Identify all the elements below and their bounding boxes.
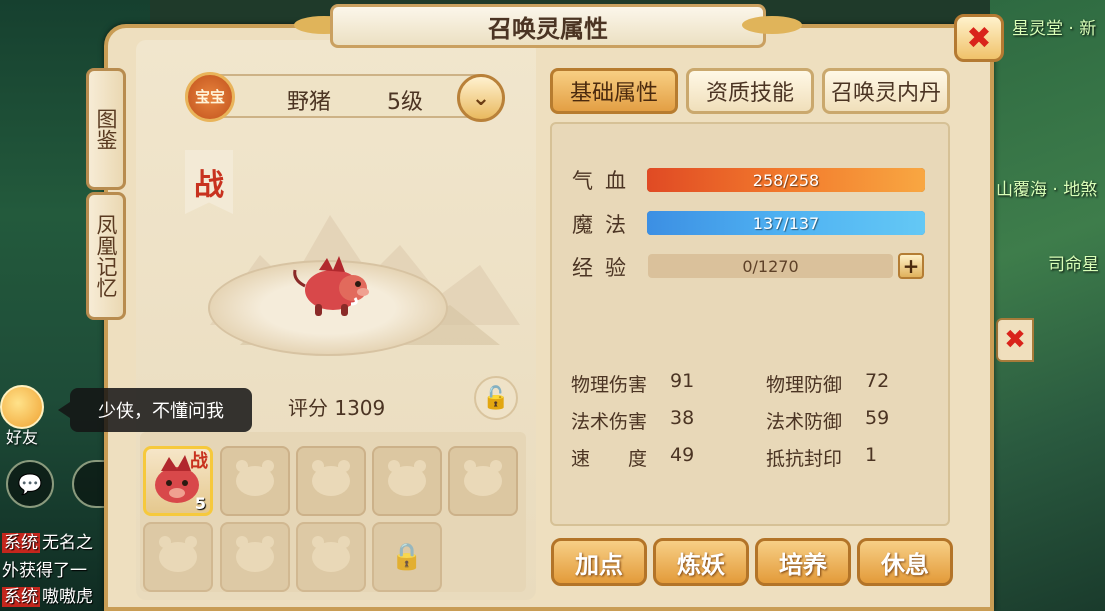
panda-placeholder-icon	[312, 460, 350, 496]
refine-button[interactable]: 炼妖	[653, 538, 749, 586]
panda-placeholder-icon	[312, 536, 350, 572]
world-npc-name: 司命星	[1048, 255, 1099, 275]
mp-value: 137/137	[752, 213, 820, 233]
attr-value: 72	[865, 370, 890, 392]
exp-label: 经验	[572, 256, 638, 280]
close-button[interactable]: ✖	[954, 14, 1004, 62]
empty-pet-slot[interactable]	[220, 446, 290, 516]
tab-pet-inner-core[interactable]: 召唤灵内丹	[822, 68, 950, 114]
pet-slot-selected[interactable]: 战 5	[143, 446, 213, 516]
panda-placeholder-icon	[464, 460, 502, 496]
chat-text: 外获得了一	[2, 561, 87, 581]
empty-pet-slot[interactable]	[448, 446, 518, 516]
baby-badge: 宝宝	[185, 72, 235, 122]
friends-label[interactable]: 好友	[6, 424, 38, 448]
system-tag: 系统	[2, 533, 40, 553]
world-player-name: 山覆海 · 地煞	[996, 180, 1098, 200]
panda-placeholder-icon	[388, 460, 426, 496]
pet-score: 评分 1309	[288, 392, 385, 421]
title-wrap: 召唤灵属性	[294, 4, 802, 48]
window-title: 召唤灵属性	[330, 4, 766, 48]
add-points-button[interactable]: 加点	[551, 538, 647, 586]
empty-pet-slot[interactable]	[220, 522, 290, 592]
world-close-icon[interactable]: ✖	[996, 318, 1034, 362]
empty-pet-slot[interactable]	[296, 522, 366, 592]
tab-handbook-label: 图鉴	[94, 108, 118, 150]
boar-pet-sprite	[293, 256, 369, 316]
empty-pet-slot[interactable]	[372, 446, 442, 516]
rest-button[interactable]: 休息	[857, 538, 953, 586]
hp-label: 气血	[572, 169, 638, 193]
tab-handbook[interactable]: 图鉴	[86, 68, 126, 190]
attr-label: 法术防御	[766, 411, 843, 433]
attr-value: 49	[670, 444, 695, 466]
tab-phoenix-memory-label: 凤凰记忆	[94, 214, 118, 298]
chat-line: 系统 嗷嗷虎	[2, 582, 93, 607]
score-label: 评分	[288, 396, 328, 420]
panda-placeholder-icon	[159, 536, 197, 572]
chevron-down-icon[interactable]: ⌄	[457, 74, 505, 122]
chat-text: 无名之	[42, 533, 93, 553]
empty-pet-slot[interactable]	[143, 522, 213, 592]
tab-basic-attributes[interactable]: 基础属性	[550, 68, 678, 114]
world-player-name: 星灵堂 · 新	[1012, 19, 1097, 39]
slot-level: 5	[194, 494, 206, 513]
tab-aptitude-skills[interactable]: 资质技能	[686, 68, 814, 114]
chat-text: 嗷嗷虎	[42, 587, 93, 607]
game-world-right	[990, 0, 1105, 611]
attr-label: 法术伤害	[571, 411, 648, 433]
panda-placeholder-icon	[236, 460, 274, 496]
hp-bar: 258/258	[647, 168, 925, 192]
attr-value: 91	[670, 370, 695, 392]
attr-label: 物理伤害	[571, 374, 648, 396]
system-tag: 系统	[2, 587, 40, 607]
locked-pet-slot[interactable]: 🔒	[372, 522, 442, 592]
panda-placeholder-icon	[236, 536, 274, 572]
pet-selector[interactable]: 宝宝 野猪 5级 ⌄	[185, 72, 505, 122]
attr-value: 59	[865, 407, 890, 429]
unlock-icon[interactable]: 🔓	[474, 376, 518, 420]
attr-label: 速 度	[571, 448, 648, 470]
exp-bar: 0/1270	[648, 254, 893, 278]
attr-label: 物理防御	[766, 374, 843, 396]
pet-level: 5级	[387, 90, 423, 115]
helper-avatar[interactable]	[0, 385, 44, 429]
empty-pet-slot[interactable]	[296, 446, 366, 516]
exp-value: 0/1270	[742, 256, 799, 276]
slot-battle-badge: 战	[190, 451, 208, 472]
cultivate-button[interactable]: 培养	[755, 538, 851, 586]
helper-tip: 少侠，不懂问我	[58, 388, 252, 432]
attr-value: 38	[670, 407, 695, 429]
hp-value: 258/258	[752, 170, 820, 190]
attr-value: 1	[865, 444, 878, 466]
mp-bar: 137/137	[647, 211, 925, 235]
add-exp-button[interactable]: +	[898, 253, 924, 279]
chat-icon[interactable]: 💬	[6, 460, 54, 508]
score-value: 1309	[334, 396, 386, 420]
tab-phoenix-memory[interactable]: 凤凰记忆	[86, 192, 126, 320]
chat-line: 系统 无名之	[2, 528, 93, 553]
attr-label: 抵抗封印	[766, 448, 843, 470]
pet-name: 野猪	[287, 90, 332, 115]
chat-line: 外获得了一	[2, 556, 87, 581]
lock-icon: 🔒	[390, 542, 424, 572]
mp-label: 魔法	[572, 213, 638, 237]
